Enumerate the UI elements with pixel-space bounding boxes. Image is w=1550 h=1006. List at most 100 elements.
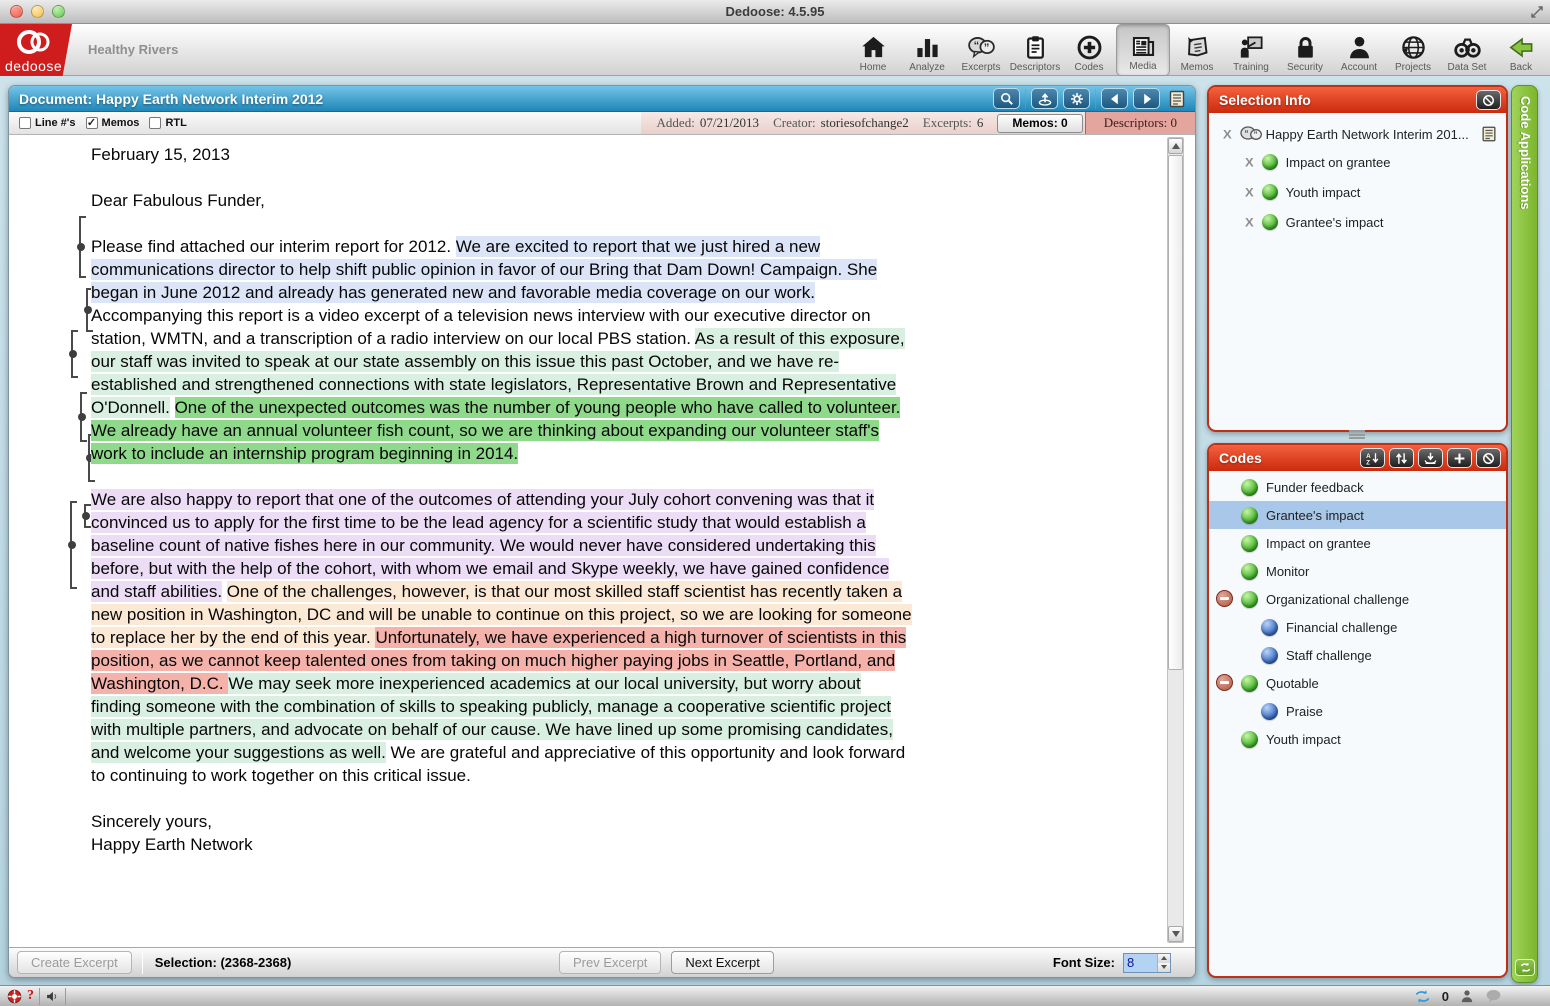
collapse-icon[interactable]: [1216, 590, 1233, 607]
memo-note-icon[interactable]: [1480, 125, 1498, 143]
letter-closing: Sincerely yours,: [91, 812, 212, 831]
checkbox-memos[interactable]: ✓ Memos: [85, 117, 139, 129]
code-label: Grantee's impact: [1266, 507, 1364, 523]
font-size-value[interactable]: 8: [1124, 953, 1157, 972]
code-item-praise[interactable]: Praise: [1209, 697, 1506, 725]
reorder-codes-button[interactable]: [1389, 448, 1414, 468]
dedoose-logo[interactable]: dedoose: [0, 24, 72, 76]
search-button[interactable]: [993, 88, 1020, 109]
scrollbar-thumb[interactable]: [1168, 155, 1183, 670]
back-icon: [1508, 34, 1535, 61]
selection-code-youth-impact: X Youth impact: [1209, 177, 1506, 207]
add-code-button[interactable]: [1447, 448, 1472, 468]
code-item-monitor[interactable]: Monitor: [1209, 557, 1506, 585]
create-excerpt-button[interactable]: Create Excerpt: [17, 951, 132, 974]
header-divider: [1025, 88, 1026, 109]
remove-code-button[interactable]: X: [1245, 185, 1254, 199]
checkbox-line-s[interactable]: Line #'s: [19, 117, 76, 129]
fullscreen-icon[interactable]: [1530, 5, 1544, 19]
code-label: Organizational challenge: [1266, 591, 1410, 607]
document-scrollbar[interactable]: [1167, 137, 1184, 943]
sync-icon[interactable]: [1414, 989, 1431, 1004]
excerpt-bracket[interactable]: [77, 392, 87, 442]
code-dot-green: [1261, 214, 1278, 230]
svg-text:A: A: [1366, 452, 1371, 459]
toolbar-item-account[interactable]: Account: [1332, 24, 1386, 76]
toolbar-item-descriptors[interactable]: Descriptors: [1008, 24, 1062, 76]
font-size-down-button[interactable]: [1158, 962, 1170, 972]
sort-codes-button[interactable]: AZ: [1360, 448, 1385, 468]
excerpt-bracket[interactable]: [76, 216, 86, 278]
code-item-impact-on-grantee[interactable]: Impact on grantee: [1209, 529, 1506, 557]
toolbar-item-codes[interactable]: Codes: [1062, 24, 1116, 76]
excerpt-bracket[interactable]: [68, 330, 78, 378]
toolbar-item-label: Excerpts: [961, 62, 1001, 73]
sort-az-icon: AZ: [1365, 451, 1380, 466]
toolbar-item-label: Account: [1340, 62, 1378, 73]
document-panel: Document: Happy Earth Network Interim 20…: [8, 85, 1196, 978]
remove-code-button[interactable]: X: [1245, 155, 1254, 169]
toolbar-item-security[interactable]: Security: [1278, 24, 1332, 76]
help-lifebuoy-icon[interactable]: [7, 989, 22, 1004]
toolbar-item-memos[interactable]: Memos: [1170, 24, 1224, 76]
prev-doc-button[interactable]: [1101, 88, 1128, 109]
code-item-funder-feedback[interactable]: Funder feedback: [1209, 473, 1506, 501]
deactivate-codes-button[interactable]: [1476, 448, 1501, 468]
memos-tab[interactable]: Memos: 0: [997, 113, 1083, 133]
toolbar-item-label: Security: [1286, 62, 1324, 73]
checkbox-box[interactable]: ✓: [85, 117, 98, 129]
excerpt-highlight[interactable]: One of the unexpected outcomes was the n…: [91, 397, 901, 464]
settings-button[interactable]: [1063, 88, 1090, 109]
excerpt-bracket[interactable]: [81, 504, 91, 528]
next-excerpt-button[interactable]: Next Excerpt: [671, 951, 774, 974]
code-dot-blue: [1261, 646, 1278, 664]
toolbar-item-training[interactable]: Training: [1224, 24, 1278, 76]
code-item-grantee-s-impact[interactable]: Grantee's impact: [1209, 501, 1506, 529]
header-divider: [1095, 88, 1096, 109]
font-size-stepper[interactable]: 8: [1123, 952, 1171, 973]
export-button[interactable]: [1031, 88, 1058, 109]
import-codes-button[interactable]: [1418, 448, 1443, 468]
collapse-icon[interactable]: [1216, 674, 1233, 691]
checkbox-label: Line #'s: [35, 117, 76, 129]
code-label: Financial challenge: [1286, 619, 1398, 635]
code-item-youth-impact[interactable]: Youth impact: [1209, 725, 1506, 753]
code-applications-tab[interactable]: Code Applications: [1511, 85, 1538, 983]
toolbar-item-media[interactable]: Media: [1116, 24, 1170, 76]
descriptors-tab[interactable]: Descriptors: 0: [1084, 112, 1195, 134]
refresh-button[interactable]: [1515, 959, 1535, 976]
code-dot-green: [1241, 590, 1258, 608]
prev-excerpt-button[interactable]: Prev Excerpt: [559, 951, 662, 974]
doc-list-icon: [1167, 89, 1187, 109]
panel-resize-grip[interactable]: [1349, 430, 1365, 439]
remove-code-button[interactable]: X: [1245, 215, 1254, 229]
toolbar-item-analyze[interactable]: Analyze: [900, 24, 954, 76]
remove-selection-button[interactable]: X: [1223, 127, 1232, 141]
excerpt-list-button[interactable]: [1165, 88, 1189, 109]
scroll-down-button[interactable]: [1168, 926, 1183, 942]
toolbar-item-excerpts[interactable]: “” Excerpts: [954, 24, 1008, 76]
checkbox-box[interactable]: [149, 117, 162, 129]
toolbar-item-home[interactable]: Home: [846, 24, 900, 76]
code-item-financial-challenge[interactable]: Financial challenge: [1209, 613, 1506, 641]
toolbar-item-data-set[interactable]: Data Set: [1440, 24, 1494, 76]
toolbar-item-back[interactable]: Back: [1494, 24, 1548, 76]
excerpt-bracket[interactable]: [67, 501, 77, 589]
user-icon[interactable]: [1460, 989, 1474, 1003]
code-item-quotable[interactable]: Quotable: [1209, 669, 1506, 697]
scroll-up-button[interactable]: [1168, 138, 1183, 154]
svg-text:”: ”: [1253, 131, 1257, 140]
font-size-up-button[interactable]: [1158, 953, 1170, 963]
next-doc-button[interactable]: [1133, 88, 1160, 109]
clear-selection-button[interactable]: [1476, 90, 1501, 110]
speaker-icon[interactable]: [45, 989, 60, 1004]
checkbox-rtl[interactable]: RTL: [149, 117, 187, 129]
letter-date: February 15, 2013: [91, 145, 230, 164]
checkbox-box[interactable]: [19, 117, 31, 129]
help-question-button[interactable]: ?: [27, 988, 34, 1004]
toolbar-item-projects[interactable]: Projects: [1386, 24, 1440, 76]
code-item-organizational-challenge[interactable]: Organizational challenge: [1209, 585, 1506, 613]
chat-bubble-icon[interactable]: [1485, 989, 1502, 1003]
code-item-staff-challenge[interactable]: Staff challenge: [1209, 641, 1506, 669]
selection-code-impact-on-grantee: X Impact on grantee: [1209, 147, 1506, 177]
